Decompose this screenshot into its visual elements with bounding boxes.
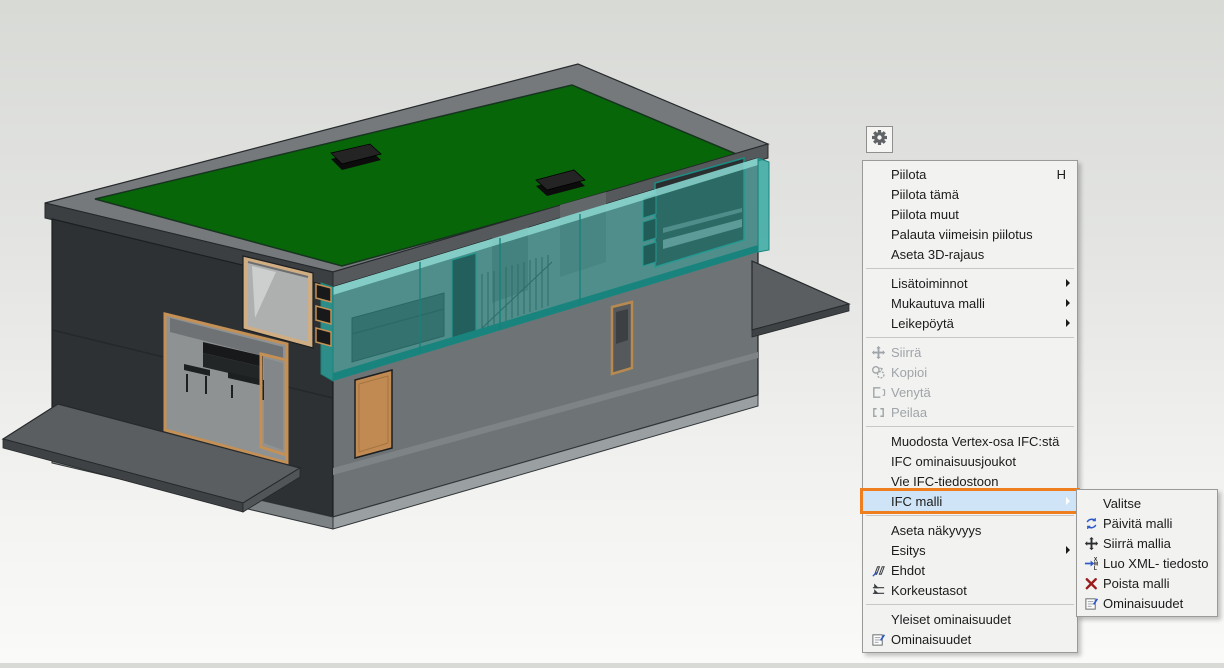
menu-item-vie-ifc-tiedostoon[interactable]: Vie IFC-tiedostoon: [863, 471, 1077, 491]
menu-item-piilota[interactable]: Piilota H: [863, 164, 1077, 184]
svg-text:L: L: [1093, 566, 1096, 571]
menu-item-aseta-nakyvyys[interactable]: Aseta näkyvyys: [863, 520, 1077, 540]
submenu-item-siirra-mallia[interactable]: Siirrä mallia: [1077, 533, 1217, 553]
menu-item-ifc-ominaisuusjoukot[interactable]: IFC ominaisuusjoukot: [863, 451, 1077, 471]
delete-icon: [1081, 575, 1101, 591]
menu-item-peilaa: Peilaa: [863, 402, 1077, 422]
gear-icon: [871, 129, 888, 151]
menu-separator: [866, 426, 1074, 427]
submenu-item-ominaisuudet[interactable]: Ominaisuudet: [1077, 593, 1217, 613]
submenu-item-paivita-malli[interactable]: Päivitä malli: [1077, 513, 1217, 533]
menu-separator: [866, 515, 1074, 516]
menu-item-lisatoiminnot[interactable]: Lisätoiminnot: [863, 273, 1077, 293]
narrow-window: [612, 302, 632, 374]
shortcut-key: H: [1057, 167, 1071, 182]
menu-item-korkeustasot[interactable]: Korkeustasot: [863, 580, 1077, 600]
menu-item-mukautuva-malli[interactable]: Mukautuva malli: [863, 293, 1077, 313]
wall-niches: [316, 284, 331, 346]
ifc-malli-submenu: Valitse Päivitä malli Siirrä mallia X M …: [1076, 489, 1218, 617]
refresh-icon: [1081, 515, 1101, 531]
context-menu: Piilota H Piilota tämä Piilota muut Pala…: [862, 160, 1078, 653]
copy-icon: [867, 364, 889, 380]
properties-icon: [1081, 595, 1101, 611]
menu-item-siirra: Siirrä: [863, 342, 1077, 362]
submenu-item-luo-xml-tiedosto[interactable]: X M L Luo XML- tiedosto: [1077, 553, 1217, 573]
mirror-icon: [867, 404, 889, 420]
submenu-arrow-icon: [1066, 279, 1070, 287]
menu-item-kopioi: Kopioi: [863, 362, 1077, 382]
move-icon: [1081, 535, 1101, 551]
menu-separator: [866, 268, 1074, 269]
submenu-item-valitse[interactable]: Valitse: [1077, 493, 1217, 513]
menu-item-venyta: Venytä: [863, 382, 1077, 402]
submenu-arrow-icon: [1066, 497, 1070, 505]
settings-button[interactable]: [866, 126, 893, 153]
properties-icon: [867, 631, 889, 647]
menu-item-label: Piilota: [889, 167, 1057, 182]
move-icon: [867, 344, 889, 360]
menu-item-yleiset-ominaisuudet[interactable]: Yleiset ominaisuudet: [863, 609, 1077, 629]
menu-item-esitys[interactable]: Esitys: [863, 540, 1077, 560]
front-door: [355, 370, 392, 458]
menu-item-piilota-tama[interactable]: Piilota tämä: [863, 184, 1077, 204]
submenu-arrow-icon: [1066, 299, 1070, 307]
menu-item-ifc-malli[interactable]: IFC malli: [863, 491, 1077, 511]
menu-item-aseta-3d-rajaus[interactable]: Aseta 3D-rajaus: [863, 244, 1077, 264]
right-deck: [752, 261, 849, 337]
submenu-arrow-icon: [1066, 319, 1070, 327]
menu-separator: [866, 604, 1074, 605]
conditions-icon: [867, 562, 889, 578]
stretch-icon: [867, 384, 889, 400]
submenu-item-poista-malli[interactable]: Poista malli: [1077, 573, 1217, 593]
menu-item-muodosta-vertex-osa[interactable]: Muodosta Vertex-osa IFC:stä: [863, 431, 1077, 451]
levels-icon: [867, 582, 889, 598]
menu-separator: [866, 337, 1074, 338]
submenu-arrow-icon: [1066, 546, 1070, 554]
menu-item-ominaisuudet[interactable]: Ominaisuudet: [863, 629, 1077, 649]
xml-icon: X M L: [1081, 555, 1101, 571]
menu-item-leikepoyta[interactable]: Leikepöytä: [863, 313, 1077, 333]
menu-item-piilota-muut[interactable]: Piilota muut: [863, 204, 1077, 224]
menu-item-palauta-viimeisin-piilotus[interactable]: Palauta viimeisin piilotus: [863, 224, 1077, 244]
menu-item-ehdot[interactable]: Ehdot: [863, 560, 1077, 580]
